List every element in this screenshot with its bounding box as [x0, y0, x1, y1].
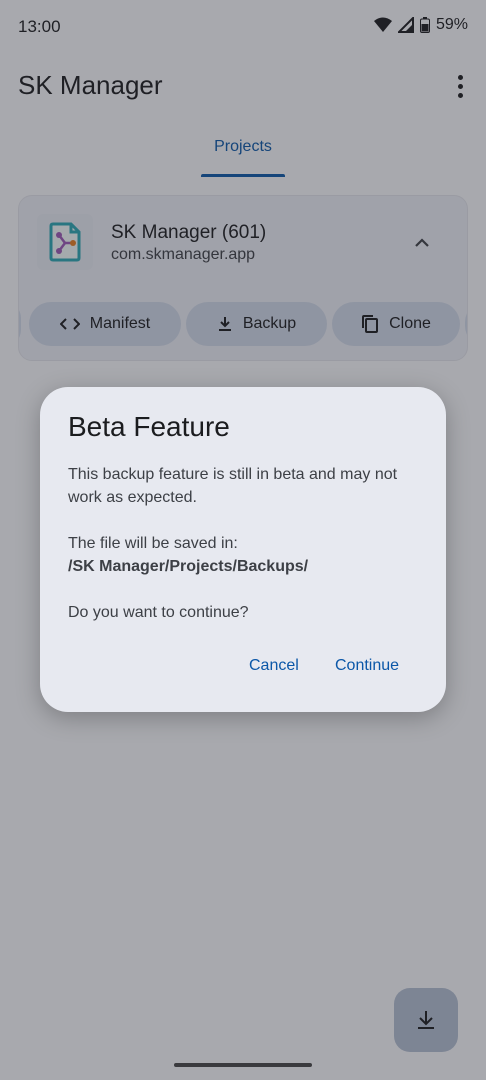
- gesture-nav-handle[interactable]: [174, 1063, 312, 1067]
- continue-button[interactable]: Continue: [335, 657, 399, 675]
- cancel-button[interactable]: Cancel: [249, 657, 299, 675]
- dialog-message: This backup feature is still in beta and…: [68, 466, 398, 506]
- dialog-question: Do you want to continue?: [68, 604, 249, 621]
- dialog-body: This backup feature is still in beta and…: [68, 463, 418, 624]
- dialog-saved-label: The file will be saved in:: [68, 535, 238, 552]
- dialog-path: /SK Manager/Projects/Backups/: [68, 558, 309, 575]
- beta-feature-dialog: Beta Feature This backup feature is stil…: [40, 387, 446, 712]
- dialog-title: Beta Feature: [68, 411, 230, 442]
